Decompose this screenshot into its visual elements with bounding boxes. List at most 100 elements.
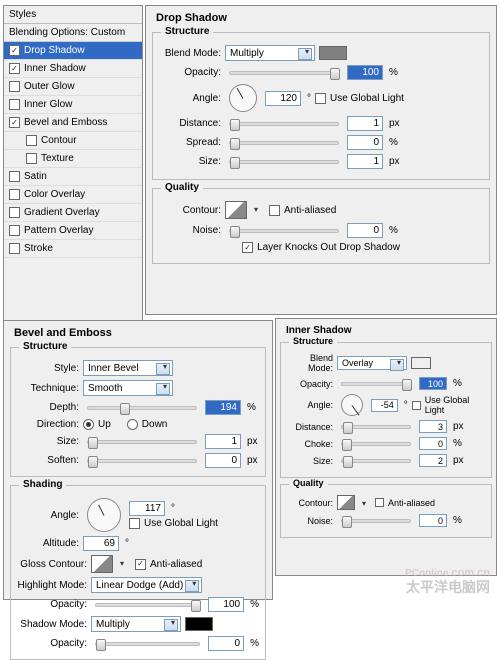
anti-aliased-label: Anti-aliased	[388, 498, 435, 508]
size-input[interactable]: 1	[205, 434, 241, 449]
depth-input[interactable]: 194	[205, 400, 241, 415]
style-item-drop-shadow[interactable]: Drop Shadow	[4, 42, 142, 60]
style-item-color-overlay[interactable]: Color Overlay	[4, 186, 142, 204]
noise-slider[interactable]	[341, 519, 411, 523]
opacity-input[interactable]: 100	[419, 377, 447, 390]
style-checkbox[interactable]	[9, 171, 20, 182]
anti-aliased-checkbox[interactable]	[135, 559, 146, 570]
angle-altitude-dial[interactable]	[87, 498, 121, 532]
style-item-satin[interactable]: Satin	[4, 168, 142, 186]
deg-unit: °	[307, 93, 311, 104]
blend-mode-label: Blend Mode:	[159, 48, 221, 59]
style-label: Inner Glow	[24, 99, 72, 110]
style-item-inner-shadow[interactable]: Inner Shadow	[4, 60, 142, 78]
angle-label: Angle:	[17, 510, 79, 521]
style-item-inner-glow[interactable]: Inner Glow	[4, 96, 142, 114]
noise-slider[interactable]	[229, 229, 339, 233]
deg-unit: °	[404, 400, 408, 411]
contour-picker[interactable]	[225, 201, 247, 219]
direction-down-radio[interactable]	[127, 419, 138, 430]
style-checkbox[interactable]	[9, 45, 20, 56]
style-checkbox[interactable]	[9, 99, 20, 110]
shadow-opacity-slider[interactable]	[95, 642, 200, 646]
style-checkbox[interactable]	[26, 135, 37, 146]
style-item-pattern-overlay[interactable]: Pattern Overlay	[4, 222, 142, 240]
size-slider[interactable]	[229, 160, 339, 164]
size-slider[interactable]	[87, 440, 197, 444]
style-item-texture[interactable]: Texture	[4, 150, 142, 168]
angle-input[interactable]: -54	[371, 399, 398, 412]
choke-slider[interactable]	[341, 442, 411, 446]
contour-picker[interactable]	[337, 495, 355, 510]
size-input[interactable]: 1	[347, 154, 383, 169]
opacity-slider[interactable]	[229, 71, 339, 75]
anti-aliased-checkbox[interactable]	[269, 205, 280, 216]
style-item-gradient-overlay[interactable]: Gradient Overlay	[4, 204, 142, 222]
style-item-outer-glow[interactable]: Outer Glow	[4, 78, 142, 96]
angle-input[interactable]: 117	[129, 501, 165, 516]
style-checkbox[interactable]	[9, 81, 20, 92]
size-input[interactable]: 2	[419, 454, 447, 467]
style-item-contour[interactable]: Contour	[4, 132, 142, 150]
style-checkbox[interactable]	[9, 117, 20, 128]
deg-unit: °	[125, 538, 129, 549]
style-checkbox[interactable]	[9, 207, 20, 218]
highlight-mode-select[interactable]: Linear Dodge (Add)	[91, 577, 202, 593]
style-checkbox[interactable]	[9, 63, 20, 74]
soften-input[interactable]: 0	[205, 453, 241, 468]
spread-input[interactable]: 0	[347, 135, 383, 150]
blending-options-row[interactable]: Blending Options: Custom	[4, 24, 142, 42]
highlight-opacity-slider[interactable]	[95, 603, 200, 607]
shadow-color-swatch[interactable]	[319, 46, 347, 60]
use-global-light-label: Use Global Light	[425, 395, 487, 415]
altitude-input[interactable]: 69	[83, 536, 119, 551]
soften-slider[interactable]	[87, 459, 197, 463]
noise-label: Noise:	[159, 225, 221, 236]
use-global-light-checkbox[interactable]	[315, 93, 326, 104]
angle-dial[interactable]	[229, 84, 257, 112]
style-checkbox[interactable]	[9, 189, 20, 200]
opacity-slider[interactable]	[341, 382, 411, 386]
shadow-mode-label: Shadow Mode:	[17, 619, 87, 630]
distance-input[interactable]: 1	[347, 116, 383, 131]
opacity-input[interactable]: 100	[347, 65, 383, 80]
shadow-color-swatch[interactable]	[185, 617, 213, 631]
style-item-stroke[interactable]: Stroke	[4, 240, 142, 258]
distance-slider[interactable]	[229, 122, 339, 126]
shading-legend: Shading	[19, 479, 66, 490]
style-checkbox[interactable]	[9, 243, 20, 254]
opacity-label: Opacity:	[285, 379, 333, 389]
highlight-mode-label: Highlight Mode:	[17, 580, 87, 591]
shadow-opacity-input[interactable]: 0	[208, 636, 244, 651]
choke-input[interactable]: 0	[419, 437, 447, 450]
blend-mode-select[interactable]: Multiply	[225, 45, 315, 61]
distance-slider[interactable]	[341, 425, 411, 429]
style-item-bevel-and-emboss[interactable]: Bevel and Emboss	[4, 114, 142, 132]
style-checkbox[interactable]	[26, 153, 37, 164]
shadow-mode-select[interactable]: Multiply	[91, 616, 181, 632]
style-select[interactable]: Inner Bevel	[83, 360, 173, 376]
shadow-color-swatch[interactable]	[411, 357, 431, 369]
anti-aliased-checkbox[interactable]	[375, 498, 384, 507]
spread-slider[interactable]	[229, 141, 339, 145]
direction-up-radio[interactable]	[83, 419, 94, 430]
highlight-opacity-input[interactable]: 100	[208, 597, 244, 612]
layer-knockout-checkbox[interactable]	[242, 242, 253, 253]
size-slider[interactable]	[341, 459, 411, 463]
noise-input[interactable]: 0	[347, 223, 383, 238]
technique-select[interactable]: Smooth	[83, 380, 173, 396]
noise-input[interactable]: 0	[419, 514, 447, 527]
blend-mode-select[interactable]: Overlay	[337, 356, 407, 370]
ds-structure: Structure Blend Mode: Multiply Opacity: …	[152, 32, 490, 180]
angle-dial[interactable]	[341, 394, 363, 416]
angle-input[interactable]: 120	[265, 91, 301, 106]
px-unit: px	[247, 455, 258, 466]
use-global-light-checkbox[interactable]	[129, 518, 140, 529]
depth-slider[interactable]	[87, 406, 197, 410]
direction-label: Direction:	[17, 419, 79, 430]
style-checkbox[interactable]	[9, 225, 20, 236]
gloss-contour-picker[interactable]	[91, 555, 113, 573]
use-global-light-checkbox[interactable]	[412, 401, 421, 410]
distance-input[interactable]: 3	[419, 420, 447, 433]
structure-legend: Structure	[19, 341, 71, 352]
